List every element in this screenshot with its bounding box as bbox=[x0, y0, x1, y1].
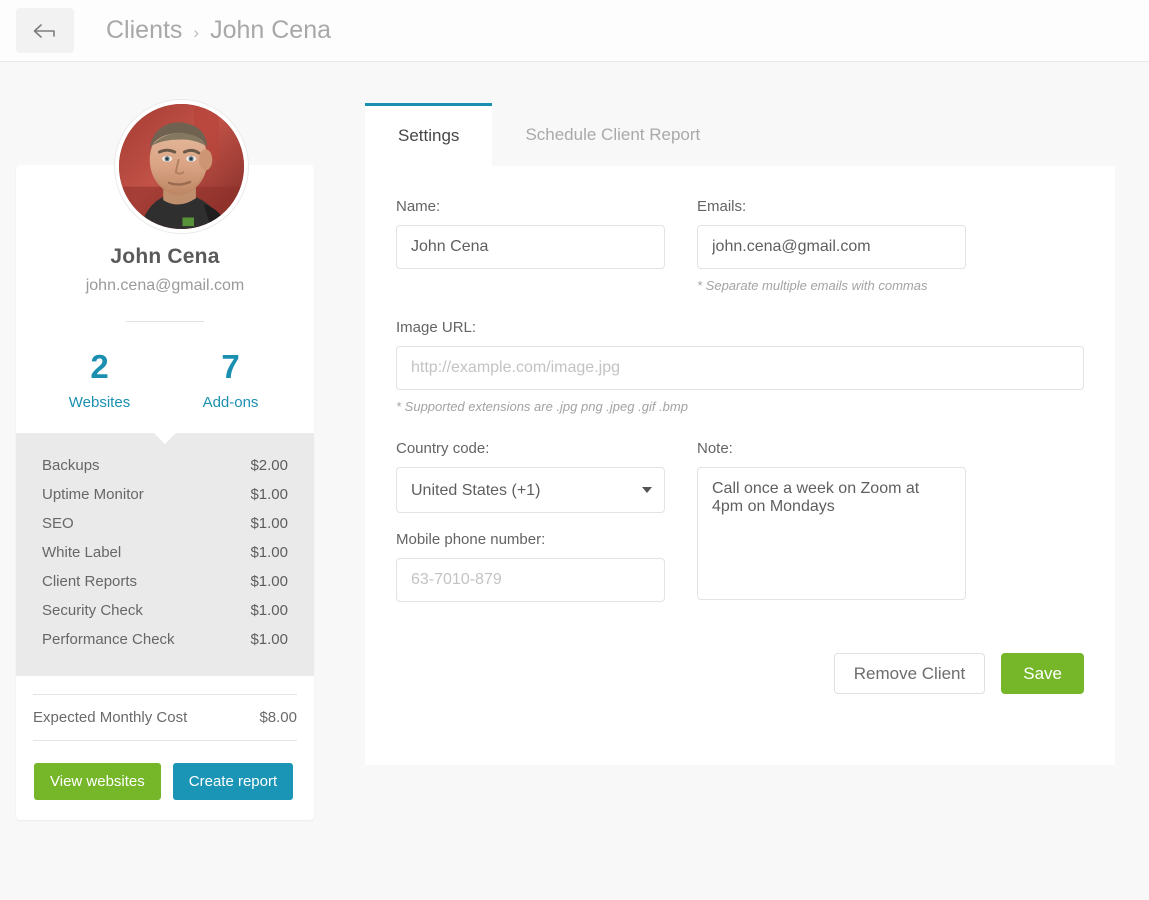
stat-websites-label: Websites bbox=[34, 394, 165, 411]
list-item: Client Reports $1.00 bbox=[42, 567, 288, 596]
list-item: Security Check $1.00 bbox=[42, 596, 288, 625]
addon-price: $1.00 bbox=[250, 515, 288, 532]
save-button[interactable]: Save bbox=[1001, 653, 1084, 694]
breadcrumb-current: John Cena bbox=[210, 16, 331, 45]
avatar bbox=[115, 100, 248, 233]
form-actions: Remove Client Save bbox=[396, 653, 1084, 694]
addon-name: SEO bbox=[42, 515, 74, 532]
addon-price: $1.00 bbox=[250, 486, 288, 503]
name-input[interactable] bbox=[396, 225, 665, 269]
addon-name: Performance Check bbox=[42, 631, 175, 648]
arrow-left-icon bbox=[32, 22, 58, 40]
app-header: Clients › John Cena bbox=[0, 0, 1149, 62]
expected-monthly-cost: Expected Monthly Cost $8.00 bbox=[33, 694, 297, 741]
avatar-photo bbox=[119, 104, 244, 229]
emails-hint: * Separate multiple emails with commas bbox=[697, 278, 966, 293]
settings-panel: Name: Emails: * Separate multiple emails… bbox=[365, 166, 1115, 765]
addon-name: Security Check bbox=[42, 602, 143, 619]
view-websites-button[interactable]: View websites bbox=[34, 763, 161, 800]
remove-client-button[interactable]: Remove Client bbox=[834, 653, 986, 694]
emails-input[interactable] bbox=[697, 225, 966, 269]
addon-price: $1.00 bbox=[250, 573, 288, 590]
avatar-wrapper bbox=[115, 100, 248, 233]
note-textarea[interactable]: Call once a week on Zoom at 4pm on Monda… bbox=[697, 467, 966, 600]
mobile-phone-input[interactable] bbox=[396, 558, 665, 602]
expected-monthly-cost-value: $8.00 bbox=[259, 709, 297, 726]
image-url-hint: * Supported extensions are .jpg png .jpe… bbox=[396, 399, 1084, 414]
profile-card-actions: View websites Create report bbox=[34, 763, 296, 800]
list-item: Uptime Monitor $1.00 bbox=[42, 480, 288, 509]
list-item: Backups $2.00 bbox=[42, 451, 288, 480]
country-code-select-wrap: United States (+1) bbox=[396, 467, 665, 513]
note-label: Note: bbox=[697, 440, 966, 457]
tab-settings[interactable]: Settings bbox=[365, 103, 492, 166]
country-code-select[interactable]: United States (+1) bbox=[396, 467, 665, 513]
stat-websites[interactable]: 2 Websites bbox=[34, 348, 165, 411]
field-group-image-url: Image URL: * Supported extensions are .j… bbox=[396, 319, 1084, 414]
addon-name: Client Reports bbox=[42, 573, 137, 590]
form-row-phone-note: Country code: United States (+1) Mobile … bbox=[396, 440, 1084, 605]
field-group-phone: Country code: United States (+1) Mobile … bbox=[396, 440, 665, 605]
breadcrumb-separator-icon: › bbox=[193, 23, 199, 43]
addon-price: $1.00 bbox=[250, 631, 288, 648]
client-settings-form: Name: Emails: * Separate multiple emails… bbox=[365, 166, 1115, 694]
addons-caret-icon bbox=[154, 433, 176, 444]
profile-email: john.cena@gmail.com bbox=[34, 277, 296, 295]
addon-price: $1.00 bbox=[250, 602, 288, 619]
list-item: Performance Check $1.00 bbox=[42, 625, 288, 654]
field-group-note: Note: Call once a week on Zoom at 4pm on… bbox=[697, 440, 966, 605]
list-item: White Label $1.00 bbox=[42, 538, 288, 567]
addon-price: $2.00 bbox=[250, 457, 288, 474]
tab-schedule-client-report[interactable]: Schedule Client Report bbox=[492, 104, 733, 166]
stat-addons[interactable]: 7 Add-ons bbox=[165, 348, 296, 411]
image-url-label: Image URL: bbox=[396, 319, 1084, 336]
addons-panel: Backups $2.00 Uptime Monitor $1.00 SEO $… bbox=[16, 433, 314, 676]
field-group-name: Name: bbox=[396, 198, 665, 293]
profile-divider bbox=[126, 321, 204, 322]
client-profile-card: John Cena john.cena@gmail.com 2 Websites… bbox=[16, 165, 314, 820]
create-report-button[interactable]: Create report bbox=[173, 763, 293, 800]
back-button[interactable] bbox=[16, 8, 74, 53]
mobile-phone-label: Mobile phone number: bbox=[396, 531, 665, 548]
breadcrumb: Clients › John Cena bbox=[106, 16, 331, 45]
profile-stats: 2 Websites 7 Add-ons bbox=[34, 348, 296, 411]
image-url-input[interactable] bbox=[396, 346, 1084, 390]
breadcrumb-clients-link[interactable]: Clients bbox=[106, 16, 182, 45]
addon-price: $1.00 bbox=[250, 544, 288, 561]
country-code-label: Country code: bbox=[396, 440, 665, 457]
stat-addons-label: Add-ons bbox=[165, 394, 296, 411]
stat-addons-value: 7 bbox=[165, 348, 296, 386]
addon-name: White Label bbox=[42, 544, 121, 561]
addon-name: Backups bbox=[42, 457, 100, 474]
expected-monthly-cost-label: Expected Monthly Cost bbox=[33, 709, 187, 726]
name-label: Name: bbox=[396, 198, 665, 215]
tab-bar: Settings Schedule Client Report bbox=[365, 104, 1115, 166]
form-row-name-emails: Name: Emails: * Separate multiple emails… bbox=[396, 198, 1084, 293]
stat-websites-value: 2 bbox=[34, 348, 165, 386]
addon-name: Uptime Monitor bbox=[42, 486, 144, 503]
list-item: SEO $1.00 bbox=[42, 509, 288, 538]
field-group-emails: Emails: * Separate multiple emails with … bbox=[697, 198, 966, 293]
profile-name: John Cena bbox=[34, 245, 296, 269]
emails-label: Emails: bbox=[697, 198, 966, 215]
